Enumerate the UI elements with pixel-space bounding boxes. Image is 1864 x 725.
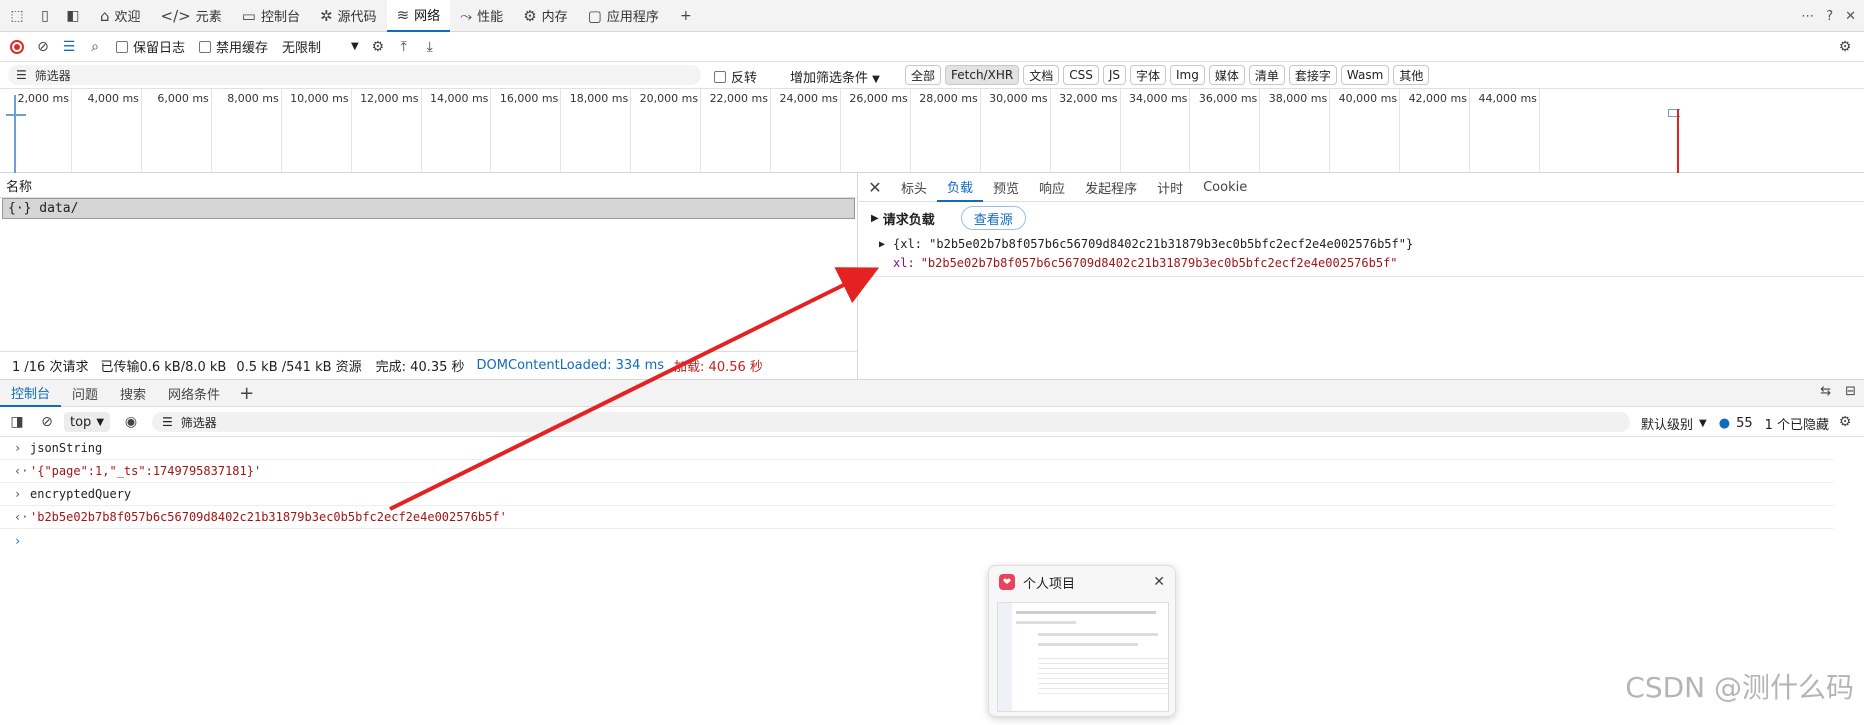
- annotation-arrow: [389, 267, 880, 511]
- close-popup-icon[interactable]: ✕: [1153, 574, 1165, 590]
- watermark: CSDN @测什么码: [1625, 671, 1854, 704]
- taskbar-preview-popup[interactable]: ❤ 个人项目 ✕: [988, 565, 1176, 717]
- window-thumbnail[interactable]: [997, 602, 1169, 712]
- popup-title: 个人项目: [1023, 576, 1076, 592]
- app-icon: ❤: [999, 574, 1015, 590]
